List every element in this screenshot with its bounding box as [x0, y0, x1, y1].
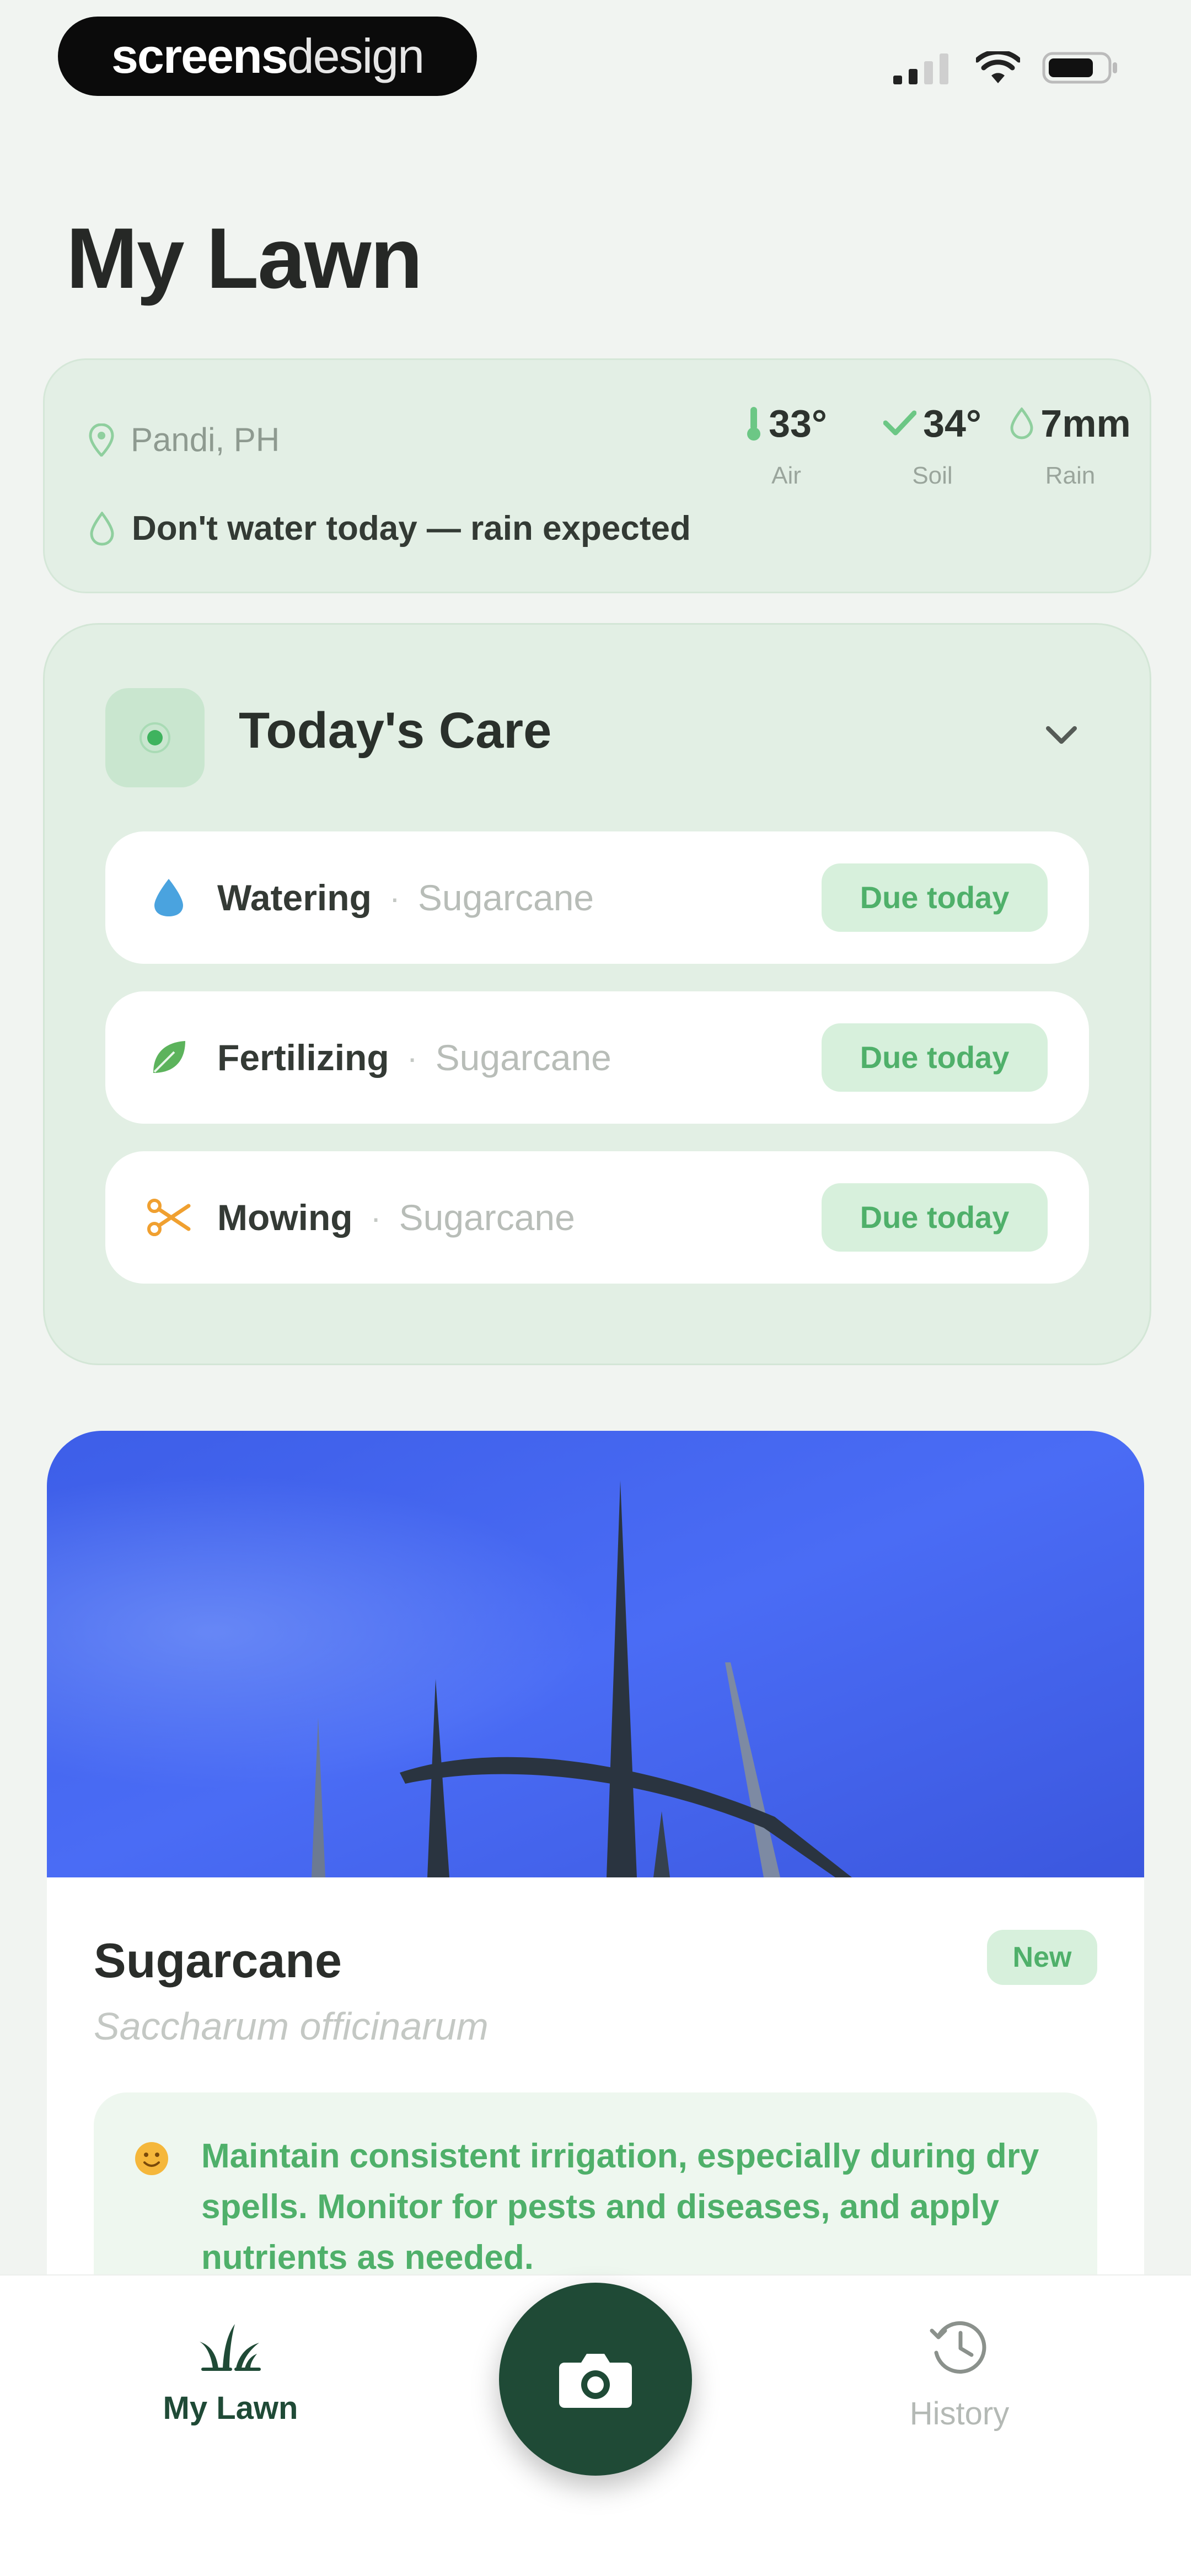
task-plant: Sugarcane	[399, 1197, 575, 1238]
metric-air-value: 33°	[769, 402, 827, 445]
task-name: Mowing	[217, 1197, 353, 1238]
status-icons	[888, 43, 1119, 93]
plant-card[interactable]: Sugarcane New Saccharum officinarum Main…	[47, 1431, 1144, 2313]
metric-rain: 7mm Rain	[1004, 401, 1136, 490]
care-sprout-icon	[105, 688, 205, 787]
task-plant: Sugarcane	[435, 1037, 611, 1078]
care-task-watering[interactable]: Watering · Sugarcane Due today	[105, 831, 1089, 964]
scissors-icon	[147, 1195, 191, 1239]
metric-soil-value: 34°	[923, 402, 981, 445]
camera-button[interactable]	[499, 2283, 692, 2476]
task-plant: Sugarcane	[417, 877, 594, 918]
metric-rain-label: Rain	[1045, 462, 1096, 489]
watering-advice-row: Don't water today — rain expected	[89, 509, 691, 548]
drop-outline-icon	[90, 511, 114, 546]
plant-photo	[47, 1431, 1144, 1877]
separator-dot: ·	[406, 1039, 418, 1076]
location-pin-icon	[89, 423, 114, 457]
leaf-check-icon	[883, 410, 917, 436]
plant-name: Sugarcane	[94, 1933, 342, 1988]
nav-my-lawn[interactable]: My Lawn	[120, 2314, 341, 2427]
wifi-icon	[976, 51, 1020, 83]
battery-icon	[1042, 52, 1117, 84]
watering-advice-text: Don't water today — rain expected	[132, 509, 691, 548]
nav-my-lawn-label: My Lawn	[163, 2390, 298, 2426]
care-task-mowing[interactable]: Mowing · Sugarcane Due today	[105, 1151, 1089, 1284]
due-badge: Due today	[822, 863, 1048, 932]
care-tip-text: Maintain consistent irrigation, especial…	[201, 2137, 1039, 2277]
brand-pill: screensdesign	[58, 17, 477, 96]
nav-history[interactable]: History	[849, 2314, 1070, 2432]
signal-icon	[893, 53, 948, 84]
metric-air: 33° Air	[720, 401, 852, 490]
history-clock-icon	[930, 2321, 986, 2374]
smile-emoji-icon	[135, 2142, 168, 2175]
grass-icon	[200, 2324, 261, 2371]
new-badge: New	[987, 1930, 1097, 1985]
location-row: Pandi, PH	[89, 421, 280, 459]
leaf-icon	[147, 1035, 191, 1080]
water-drop-icon	[147, 876, 191, 920]
task-name: Fertilizing	[217, 1037, 389, 1078]
due-badge: Due today	[822, 1183, 1048, 1252]
nav-history-label: History	[909, 2396, 1010, 2432]
separator-dot: ·	[389, 879, 400, 916]
separator-dot: ·	[370, 1199, 382, 1236]
location-text: Pandi, PH	[131, 421, 280, 458]
page-title: My Lawn	[66, 211, 423, 307]
weather-card: Pandi, PH Don't water today — rain expec…	[43, 358, 1151, 593]
brand-bold-text: screens	[111, 29, 288, 83]
todays-care-card: Today's Care Watering · Sugarcane Due to…	[43, 623, 1151, 1365]
metric-soil-label: Soil	[912, 462, 953, 489]
chevron-down-icon[interactable]	[1039, 713, 1083, 757]
due-badge: Due today	[822, 1023, 1048, 1092]
thermometer-icon	[747, 407, 761, 441]
drop-icon	[1010, 407, 1033, 439]
plant-scientific-name: Saccharum officinarum	[94, 2005, 489, 2048]
camera-icon	[559, 2354, 632, 2408]
task-name: Watering	[217, 877, 372, 918]
metric-rain-value: 7mm	[1040, 402, 1131, 445]
care-title: Today's Care	[239, 702, 552, 759]
metric-soil: 34° Soil	[866, 401, 999, 490]
care-task-fertilizing[interactable]: Fertilizing · Sugarcane Due today	[105, 991, 1089, 1124]
metric-air-label: Air	[771, 462, 801, 489]
brand-light-text: design	[287, 29, 425, 83]
